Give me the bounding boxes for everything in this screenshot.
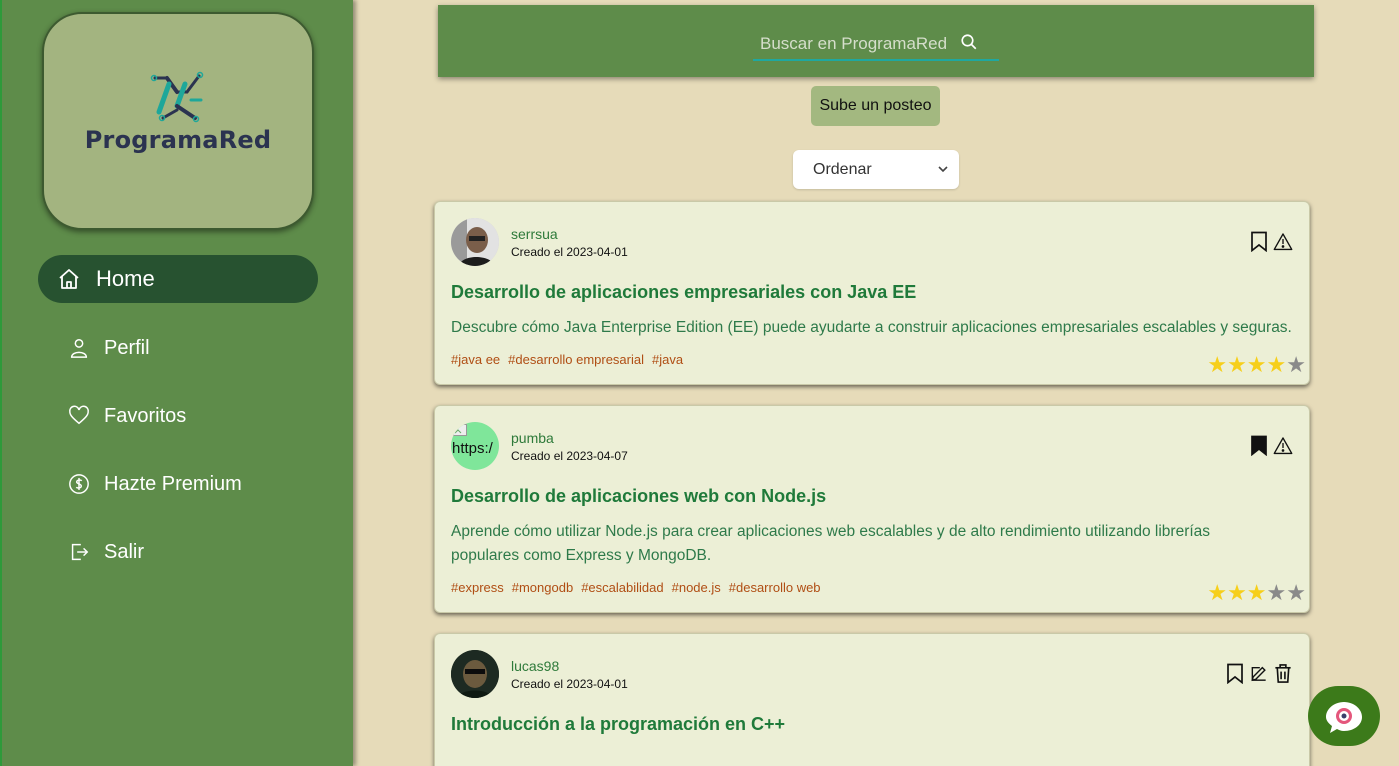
post-card[interactable]: https:/ pumba Creado el 2023-04-07 Desar… [434, 405, 1310, 613]
nav-home-label: Home [96, 266, 155, 291]
avatar[interactable] [451, 650, 499, 698]
post-title[interactable]: Desarrollo de aplicaciones empresariales… [451, 282, 916, 303]
star-filled-icon[interactable]: ★ [1227, 352, 1247, 378]
upload-post-button[interactable]: Sube un posteo [811, 86, 940, 126]
post-date: Creado el 2023-04-01 [511, 245, 628, 259]
star-empty-icon[interactable]: ★ [1267, 580, 1287, 606]
order-select[interactable]: Ordenar [793, 150, 959, 189]
report-icon[interactable] [1273, 434, 1293, 456]
post-date: Creado el 2023-04-07 [511, 449, 628, 463]
order-select-value: Ordenar [813, 160, 872, 178]
star-filled-icon[interactable]: ★ [1247, 352, 1267, 378]
chat-bot-icon [1326, 702, 1362, 733]
nav-premium-label: Hazte Premium [104, 472, 242, 495]
nav-favoritos-label: Favoritos [104, 404, 187, 427]
post-author[interactable]: pumba [511, 430, 554, 446]
search-header [438, 5, 1314, 77]
post-description: Descubre cómo Java Enterprise Edition (E… [451, 319, 1292, 336]
post-actions [1249, 434, 1293, 456]
post-actions [1225, 662, 1293, 684]
avatar[interactable] [451, 218, 499, 266]
post-author[interactable]: serrsua [511, 226, 558, 242]
logo[interactable]: ProgramaRed [42, 12, 314, 230]
post-tag[interactable]: #desarrollo web [729, 580, 821, 595]
avatar[interactable]: https:/ [451, 422, 499, 470]
broken-image-icon [453, 424, 467, 436]
post-tags: #express #mongodb #escalabilidad #node.j… [451, 580, 821, 595]
search-field [753, 29, 999, 61]
star-empty-icon[interactable]: ★ [1286, 352, 1306, 378]
post-description: Aprende cómo utilizar Node.js para crear… [451, 523, 1211, 564]
bookmark-icon[interactable] [1225, 662, 1245, 684]
chat-button[interactable] [1308, 686, 1380, 746]
post-title[interactable]: Introducción a la programación en C++ [451, 714, 785, 735]
avatar-alt-text: https:/ [452, 440, 493, 457]
search-icon[interactable] [960, 33, 978, 56]
star-filled-icon[interactable]: ★ [1267, 352, 1287, 378]
nav-salir-label: Salir [104, 540, 145, 563]
report-icon[interactable] [1273, 230, 1293, 252]
star-filled-icon[interactable]: ★ [1247, 580, 1267, 606]
user-icon [66, 335, 92, 361]
star-filled-icon[interactable]: ★ [1227, 580, 1247, 606]
trash-icon[interactable] [1273, 662, 1293, 684]
post-tag[interactable]: #escalabilidad [581, 580, 663, 595]
post-card[interactable]: serrsua Creado el 2023-04-01 Desarrollo … [434, 201, 1310, 385]
bookmark-icon[interactable] [1249, 230, 1269, 252]
nav-favoritos[interactable]: Favoritos [38, 392, 318, 440]
nav-perfil[interactable]: Perfil [38, 324, 318, 372]
logout-icon [66, 539, 92, 565]
post-tags: #java ee #desarrollo empresarial #java [451, 352, 683, 367]
logo-text: ProgramaRed [84, 126, 272, 154]
post-tag[interactable]: #java ee [451, 352, 500, 367]
star-empty-icon[interactable]: ★ [1286, 580, 1306, 606]
post-tag[interactable]: #express [451, 580, 504, 595]
post-tag[interactable]: #desarrollo empresarial [508, 352, 644, 367]
search-input[interactable] [760, 34, 960, 54]
nav-home[interactable]: Home [38, 255, 318, 303]
post-rating[interactable]: ★ ★ ★ ★ ★ [1207, 580, 1306, 606]
post-tag[interactable]: #mongodb [512, 580, 573, 595]
post-actions [1249, 230, 1293, 252]
post-author[interactable]: lucas98 [511, 658, 559, 674]
post-title[interactable]: Desarrollo de aplicaciones web con Node.… [451, 486, 826, 507]
edit-icon[interactable] [1249, 662, 1269, 684]
star-filled-icon[interactable]: ★ [1207, 352, 1227, 378]
post-card[interactable]: lucas98 Creado el 2023-04-01 Introducció… [434, 633, 1310, 766]
nav-perfil-label: Perfil [104, 336, 150, 359]
post-tag[interactable]: #node.js [672, 580, 721, 595]
post-tag[interactable]: #java [652, 352, 683, 367]
nav-premium[interactable]: Hazte Premium [38, 460, 318, 508]
nav-salir[interactable]: Salir [38, 528, 318, 576]
sidebar: ProgramaRed Home Perfil Favoritos Hazte … [0, 0, 353, 766]
dollar-icon [66, 471, 92, 497]
logo-icon [150, 71, 204, 123]
post-rating[interactable]: ★ ★ ★ ★ ★ [1207, 352, 1306, 378]
post-date: Creado el 2023-04-01 [511, 677, 628, 691]
home-icon [56, 266, 82, 292]
chevron-down-icon [938, 166, 948, 173]
star-filled-icon[interactable]: ★ [1207, 580, 1227, 606]
heart-icon [66, 403, 92, 429]
bookmark-filled-icon[interactable] [1249, 434, 1269, 456]
